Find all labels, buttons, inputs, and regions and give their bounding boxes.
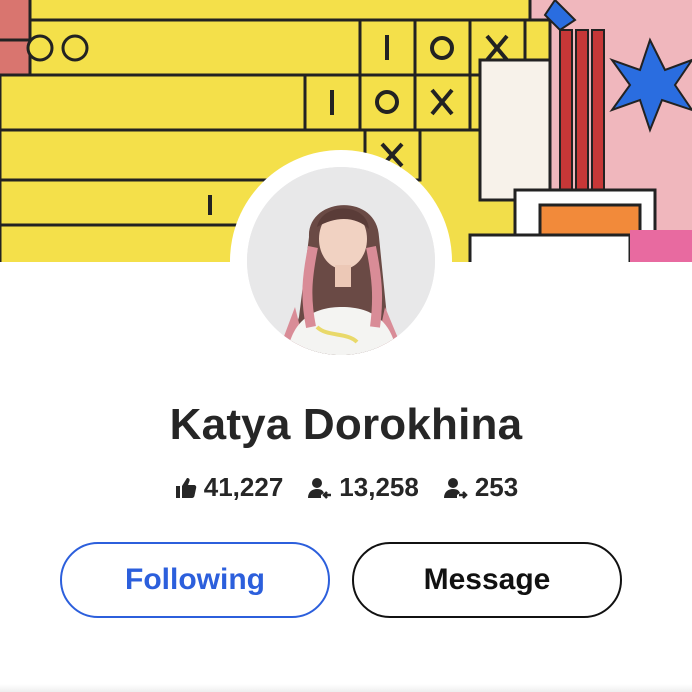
followers-icon	[307, 476, 333, 500]
stat-following-value: 253	[474, 472, 519, 502]
message-button[interactable]: Message	[352, 542, 622, 618]
stat-followers[interactable]: 13,258	[307, 472, 419, 503]
thumbs-up-icon	[174, 476, 198, 500]
bottom-divider	[0, 684, 692, 692]
profile-name: Katya Dorokhina	[169, 400, 523, 449]
stat-likes-value: 41,227	[203, 472, 284, 502]
following-icon	[443, 476, 469, 500]
profile-stats: 41,227 13,258 253	[0, 472, 692, 503]
avatar[interactable]	[247, 167, 435, 355]
stat-following[interactable]: 253	[443, 472, 518, 503]
following-button[interactable]: Following	[60, 542, 330, 618]
stat-followers-value: 13,258	[339, 472, 419, 502]
stat-likes: 41,227	[174, 472, 284, 503]
